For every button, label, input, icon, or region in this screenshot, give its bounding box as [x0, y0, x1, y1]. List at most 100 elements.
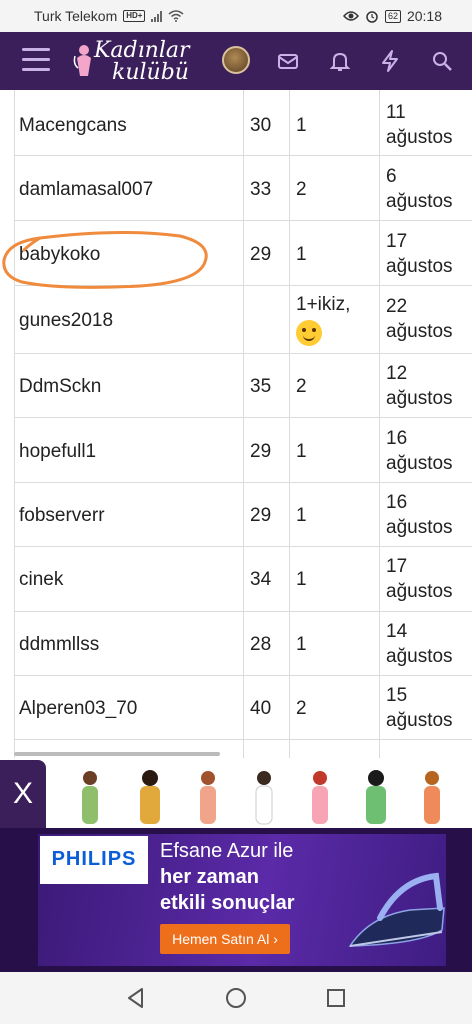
ad-illustration	[82, 770, 440, 825]
date-month: ağustos	[386, 710, 453, 731]
date-day: 14	[386, 621, 408, 642]
age-cell: 29	[250, 244, 272, 265]
username-cell[interactable]: cinek	[19, 569, 63, 591]
logo-text-line2: kulübü	[112, 60, 189, 85]
mail-icon[interactable]	[276, 49, 300, 73]
date-month: ağustos	[386, 388, 453, 409]
username-cell[interactable]: Alperen03_70	[19, 698, 137, 720]
table-row: cinek 34 1 17 ağustos	[14, 547, 472, 612]
table-row: gunes2018 1+ikiz, 22 ağustos	[14, 286, 472, 354]
user-avatar[interactable]	[222, 46, 250, 74]
ad-close-button[interactable]: X	[0, 760, 46, 828]
date-day: 22	[386, 296, 408, 317]
app-header: Kadınlar kulübü	[0, 32, 472, 90]
brand-name: PHILIPS	[51, 848, 137, 870]
username-cell[interactable]: damlamasal007	[19, 179, 153, 201]
date-cell: 11 ağustos	[386, 100, 453, 150]
ad-cta-button[interactable]: Hemen Satın Al ›	[160, 924, 290, 954]
bell-icon[interactable]	[328, 49, 352, 73]
signal-icon	[151, 10, 163, 22]
date-day: 15	[386, 685, 408, 706]
date-day: 6	[386, 166, 397, 187]
age-cell: 29	[250, 505, 272, 526]
status-right: 62 20:18	[342, 8, 442, 24]
highlight-circle	[2, 230, 208, 289]
network-badge: HD+	[123, 10, 146, 22]
kids-cell: 2	[296, 698, 307, 719]
kids-cell: 2	[296, 376, 307, 397]
ad-headline-1: Efsane Azur ile	[160, 840, 294, 862]
logo-mark-icon	[73, 45, 91, 76]
date-cell: 17 ağustos	[386, 554, 453, 604]
date-cell: 12 ağustos	[386, 361, 453, 411]
horizontal-scrollbar[interactable]	[14, 752, 220, 756]
kids-cell: 1	[296, 634, 307, 655]
kids-cell: 1	[296, 115, 307, 136]
battery-level: 62	[387, 10, 398, 21]
age-cell: 29	[250, 441, 272, 462]
back-icon[interactable]	[124, 986, 148, 1010]
date-month: ağustos	[386, 127, 453, 148]
date-month: ağustos	[386, 321, 453, 342]
age-cell: 33	[250, 179, 272, 200]
date-month: ağustos	[386, 646, 453, 667]
date-cell: 16 ağustos	[386, 490, 453, 540]
date-cell: 15 ağustos	[386, 683, 453, 733]
lightning-icon[interactable]	[378, 49, 402, 73]
status-left: Turk Telekom HD+	[34, 8, 184, 24]
recents-icon[interactable]	[324, 986, 348, 1010]
eye-icon	[342, 11, 359, 21]
date-month: ağustos	[386, 581, 453, 602]
age-cell: 34	[250, 569, 272, 590]
date-cell: 16 ağustos	[386, 426, 453, 476]
date-cell: 6 ağustos	[386, 164, 453, 214]
kids-cell: 1	[296, 505, 307, 526]
date-month: ağustos	[386, 517, 453, 538]
date-day: 17	[386, 556, 408, 577]
kids-cell: 1	[296, 244, 307, 265]
system-nav-bar	[0, 972, 472, 1024]
username-cell[interactable]: gunes2018	[19, 310, 113, 332]
search-icon[interactable]	[430, 49, 454, 73]
date-cell: 14 ağustos	[386, 619, 453, 669]
age-cell: 35	[250, 376, 272, 397]
username-cell[interactable]: hopefull1	[19, 441, 96, 463]
clock: 20:18	[406, 8, 442, 24]
username-cell[interactable]: DdmSckn	[19, 376, 101, 398]
carrier-name: Turk Telekom	[34, 8, 118, 24]
brand-logo: PHILIPS	[40, 836, 148, 884]
username-cell[interactable]: fobserverr	[19, 505, 105, 527]
date-cell: 22 ağustos	[386, 294, 453, 344]
site-logo[interactable]: Kadınlar kulübü	[70, 38, 210, 86]
status-bar: Turk Telekom HD+ 62 20:18	[0, 0, 472, 32]
date-day: 12	[386, 363, 408, 384]
ad-headline-2: her zaman	[160, 866, 259, 888]
username-cell[interactable]: ddmmllss	[19, 634, 99, 656]
battery-icon: 62	[384, 9, 401, 23]
date-month: ağustos	[386, 453, 453, 474]
table-row: fobserverr 29 1 16 ağustos	[14, 483, 472, 547]
age-cell: 40	[250, 698, 272, 719]
home-icon[interactable]	[224, 986, 248, 1010]
date-cell: 17 ağustos	[386, 229, 453, 279]
kids-cell: 2	[296, 179, 307, 200]
table-row: damlamasal007 33 2 6 ağustos	[14, 156, 472, 221]
table-row: DdmSckn 35 2 12 ağustos	[14, 354, 472, 418]
table-row: Alperen03_70 40 2 15 ağustos	[14, 676, 472, 740]
date-day: 16	[386, 492, 408, 513]
smiley-emoji-icon	[296, 320, 322, 346]
kids-cell: 1+ikiz,	[296, 294, 351, 315]
date-day: 17	[386, 231, 408, 252]
table-row: Macengcans 30 1 11 ağustos	[14, 90, 472, 156]
kids-cell: 1	[296, 441, 307, 462]
kids-cell: 1	[296, 569, 307, 590]
date-month: ağustos	[386, 256, 453, 277]
username-cell[interactable]: Macengcans	[19, 115, 127, 137]
age-cell: 28	[250, 634, 272, 655]
wifi-icon	[168, 10, 184, 22]
table-row: ddmmllss 28 1 14 ağustos	[14, 612, 472, 676]
date-day: 11	[386, 102, 406, 123]
date-month: ağustos	[386, 191, 453, 212]
menu-icon[interactable]	[22, 48, 50, 72]
ad-headline-3: etkili sonuçlar	[160, 892, 295, 914]
